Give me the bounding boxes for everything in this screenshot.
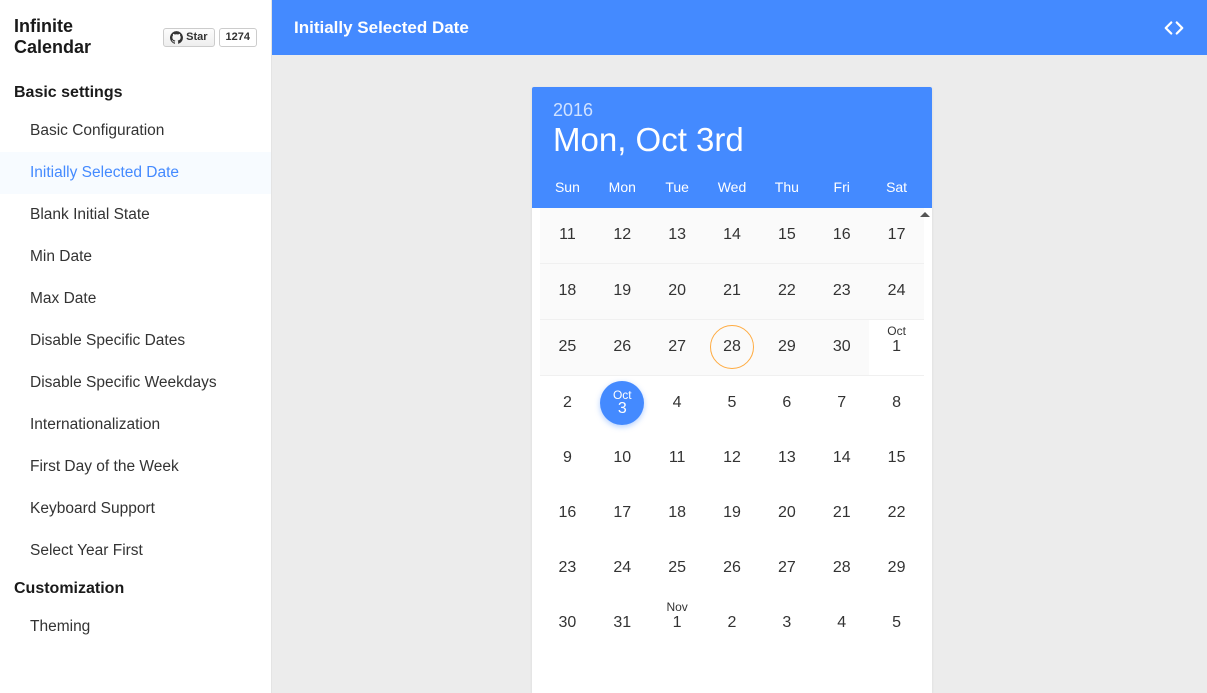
- nav-item-basic-configuration[interactable]: Basic Configuration: [0, 110, 271, 152]
- day-cell[interactable]: 30: [814, 320, 869, 375]
- day-cell[interactable]: 18: [650, 486, 705, 541]
- nav-item-keyboard-support[interactable]: Keyboard Support: [0, 488, 271, 530]
- day-cell[interactable]: Nov1: [650, 596, 705, 651]
- github-icon: [170, 31, 183, 44]
- github-star-button[interactable]: Star: [163, 28, 214, 47]
- day-cell[interactable]: 4: [814, 596, 869, 651]
- day-cell[interactable]: 13: [759, 431, 814, 486]
- nav-item-initially-selected-date[interactable]: Initially Selected Date: [0, 152, 271, 194]
- nav-item-min-date[interactable]: Min Date: [0, 236, 271, 278]
- day-cell[interactable]: 27: [650, 320, 705, 375]
- nav-item-disable-specific-weekdays[interactable]: Disable Specific Weekdays: [0, 362, 271, 404]
- day-cell[interactable]: 10: [595, 431, 650, 486]
- github-star-label: Star: [186, 31, 207, 43]
- day-cell[interactable]: 16: [540, 486, 595, 541]
- day-cell[interactable]: 5: [705, 376, 760, 431]
- day-cell[interactable]: 14: [814, 431, 869, 486]
- main: Initially Selected Date 2016 Mon, Oct 3r…: [272, 0, 1207, 693]
- day-cell[interactable]: 2: [705, 596, 760, 651]
- nav-item-internationalization[interactable]: Internationalization: [0, 404, 271, 446]
- day-cell[interactable]: 28: [814, 541, 869, 596]
- day-cell[interactable]: 22: [869, 486, 924, 541]
- day-cell[interactable]: 4: [650, 376, 705, 431]
- day-cell[interactable]: 11: [540, 208, 595, 263]
- day-cell[interactable]: 24: [595, 541, 650, 596]
- sidebar-nav: Basic settingsBasic ConfigurationInitial…: [0, 76, 271, 648]
- day-cell[interactable]: 18: [540, 264, 595, 319]
- calendar-year[interactable]: 2016: [553, 100, 911, 121]
- day-cell[interactable]: 27: [759, 541, 814, 596]
- day-cell[interactable]: 2: [540, 376, 595, 431]
- day-cell[interactable]: 20: [759, 486, 814, 541]
- day-cell[interactable]: 28: [705, 320, 760, 375]
- day-cell[interactable]: 23: [540, 541, 595, 596]
- day-cell[interactable]: 25: [650, 541, 705, 596]
- calendar: 2016 Mon, Oct 3rd SunMonTueWedThuFriSat …: [532, 87, 932, 693]
- code-toggle-button[interactable]: [1163, 17, 1185, 39]
- day-cell[interactable]: 26: [705, 541, 760, 596]
- day-cell[interactable]: 24: [869, 264, 924, 319]
- weekday-label: Thu: [759, 179, 814, 195]
- day-cell[interactable]: 17: [595, 486, 650, 541]
- day-cell[interactable]: 9: [540, 431, 595, 486]
- day-cell[interactable]: 25: [540, 320, 595, 375]
- sidebar: Infinite Calendar Star 1274 Basic settin…: [0, 0, 272, 693]
- nav-item-theming[interactable]: Theming: [0, 606, 271, 648]
- day-cell[interactable]: 14: [705, 208, 760, 263]
- calendar-grid[interactable]: 1112131415161718192021222324252627282930…: [532, 208, 932, 693]
- day-cell[interactable]: 20: [650, 264, 705, 319]
- topbar: Initially Selected Date: [272, 0, 1207, 55]
- day-cell[interactable]: 17: [869, 208, 924, 263]
- day-cell[interactable]: 12: [595, 208, 650, 263]
- code-icon: [1163, 17, 1185, 39]
- day-cell[interactable]: 21: [814, 486, 869, 541]
- sidebar-header: Infinite Calendar Star 1274: [0, 0, 271, 76]
- day-cell[interactable]: 19: [595, 264, 650, 319]
- weekday-label: Wed: [705, 179, 760, 195]
- day-cell[interactable]: 15: [759, 208, 814, 263]
- day-cell[interactable]: 31: [595, 596, 650, 651]
- day-cell[interactable]: 29: [869, 541, 924, 596]
- github-star-count[interactable]: 1274: [219, 28, 257, 47]
- day-cell[interactable]: 30: [540, 596, 595, 651]
- nav-item-blank-initial-state[interactable]: Blank Initial State: [0, 194, 271, 236]
- nav-item-max-date[interactable]: Max Date: [0, 278, 271, 320]
- topbar-title: Initially Selected Date: [294, 18, 469, 38]
- app-title: Infinite Calendar: [14, 16, 153, 58]
- nav-item-select-year-first[interactable]: Select Year First: [0, 530, 271, 572]
- calendar-header[interactable]: 2016 Mon, Oct 3rd: [532, 87, 932, 171]
- day-cell[interactable]: 19: [705, 486, 760, 541]
- weekday-label: Fri: [814, 179, 869, 195]
- day-cell[interactable]: 23: [814, 264, 869, 319]
- day-cell[interactable]: 13: [650, 208, 705, 263]
- github-star-widget[interactable]: Star 1274: [163, 28, 257, 47]
- day-cell[interactable]: 8: [869, 376, 924, 431]
- day-cell[interactable]: 6: [759, 376, 814, 431]
- day-cell[interactable]: 29: [759, 320, 814, 375]
- day-cell[interactable]: 21: [705, 264, 760, 319]
- weekday-label: Sat: [869, 179, 924, 195]
- nav-item-disable-specific-dates[interactable]: Disable Specific Dates: [0, 320, 271, 362]
- day-cell[interactable]: 16: [814, 208, 869, 263]
- day-cell[interactable]: 3: [759, 596, 814, 651]
- calendar-selected-date[interactable]: Mon, Oct 3rd: [553, 121, 911, 159]
- weekday-label: Sun: [540, 179, 595, 195]
- nav-item-first-day-of-the-week[interactable]: First Day of the Week: [0, 446, 271, 488]
- day-cell[interactable]: 5: [869, 596, 924, 651]
- day-cell[interactable]: 12: [705, 431, 760, 486]
- day-cell[interactable]: 22: [759, 264, 814, 319]
- day-cell[interactable]: 26: [595, 320, 650, 375]
- weekday-label: Tue: [650, 179, 705, 195]
- weekday-label: Mon: [595, 179, 650, 195]
- day-cell[interactable]: 11: [650, 431, 705, 486]
- day-cell[interactable]: 15: [869, 431, 924, 486]
- section-title: Basic settings: [0, 76, 271, 110]
- calendar-weekdays: SunMonTueWedThuFriSat: [532, 171, 932, 208]
- day-cell[interactable]: Oct3: [595, 376, 650, 431]
- section-title: Customization: [0, 572, 271, 606]
- day-cell[interactable]: 7: [814, 376, 869, 431]
- day-cell[interactable]: Oct1: [869, 320, 924, 375]
